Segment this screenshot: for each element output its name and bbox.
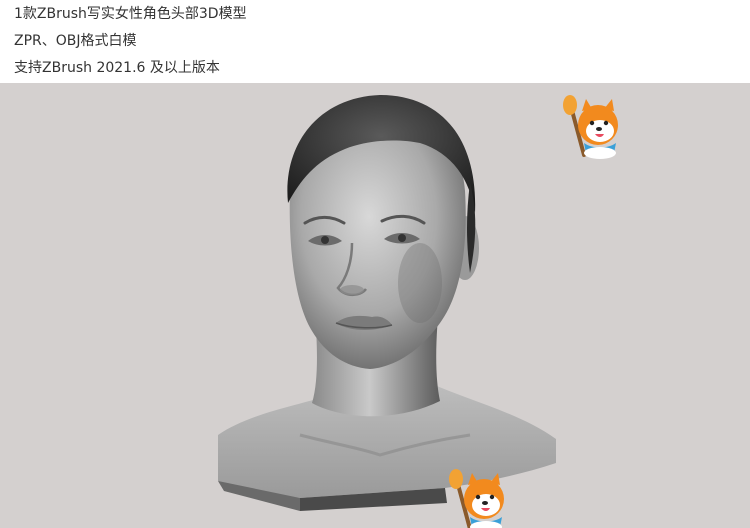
shiba-dog-painter-icon: [563, 95, 618, 159]
product-description: 1款ZBrush写实女性角色头部3D模型 ZPR、OBJ格式白模 支持ZBrus…: [0, 0, 750, 83]
model-preview-image: [0, 83, 750, 528]
description-line-version: 支持ZBrush 2021.6 及以上版本: [14, 60, 220, 76]
description-line-formats: ZPR、OBJ格式白模: [14, 33, 137, 49]
head-bust-sculpt: [218, 95, 556, 511]
description-line-title: 1款ZBrush写实女性角色头部3D模型: [14, 6, 247, 22]
